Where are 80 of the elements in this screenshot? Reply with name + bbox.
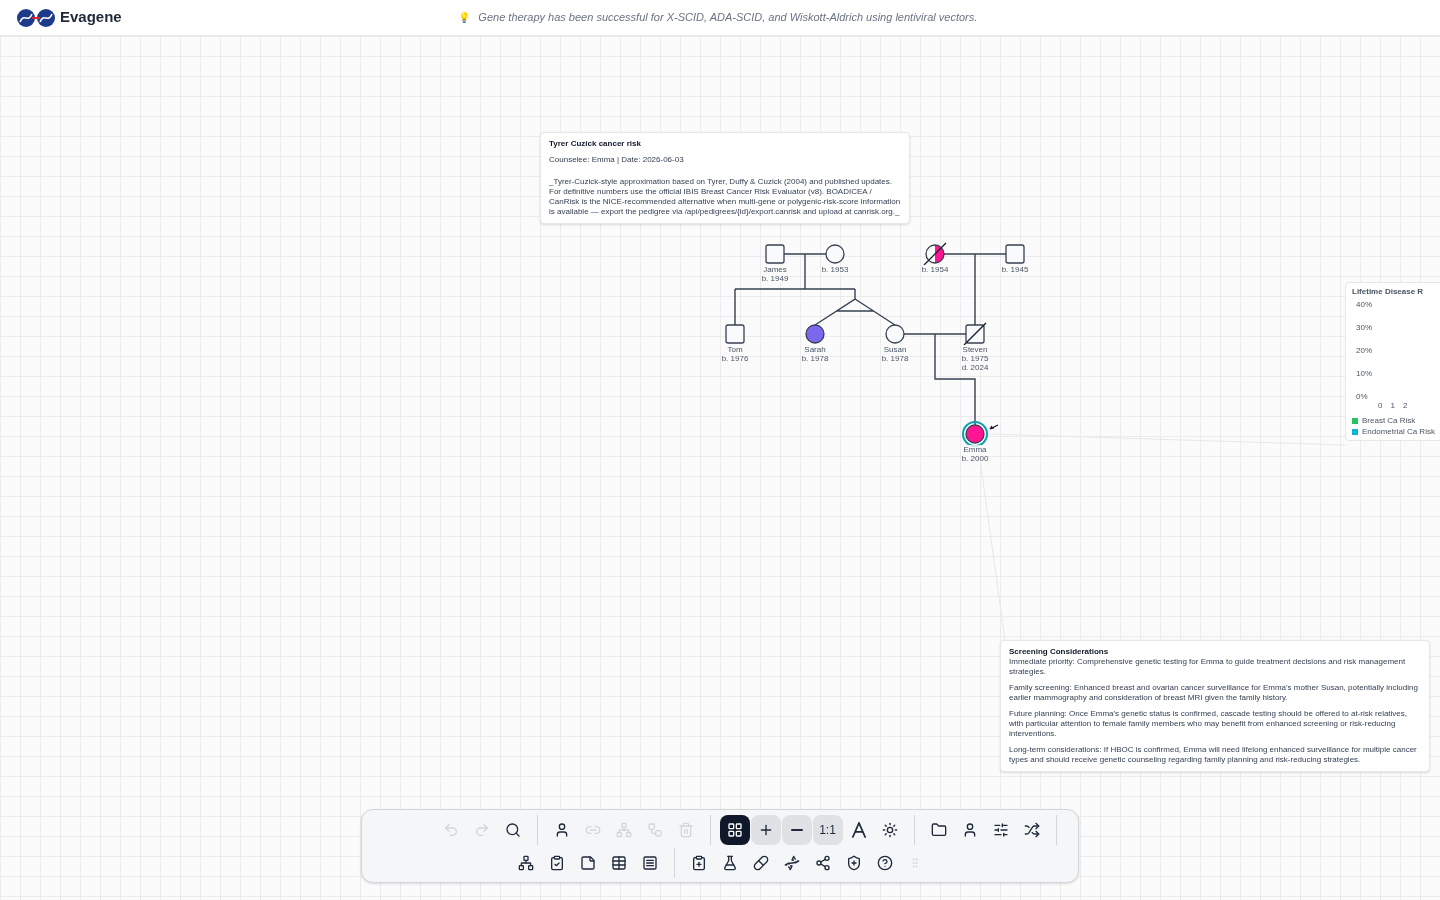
female-symbol[interactable] xyxy=(962,421,999,447)
minus-icon xyxy=(790,828,803,831)
shuffle-icon xyxy=(1023,821,1040,838)
female-symbol[interactable] xyxy=(923,242,947,266)
y-axis-label: 0% xyxy=(1356,392,1369,401)
person-label: Susan xyxy=(883,345,907,354)
trash-icon xyxy=(677,821,694,838)
note-icon xyxy=(580,854,596,871)
folder-icon xyxy=(930,821,947,838)
male-symbol[interactable] xyxy=(765,244,785,264)
note-card[interactable] xyxy=(540,132,910,224)
sliders-icon xyxy=(992,821,1009,838)
search-icon xyxy=(504,821,521,838)
shield-icon xyxy=(846,854,862,871)
person-label: James xyxy=(763,265,787,274)
person-label: Tom xyxy=(727,345,743,354)
person-label: Sarah xyxy=(804,345,826,354)
person-label: b. 1976 xyxy=(721,354,749,363)
person-label: b. 1949 xyxy=(761,274,789,283)
actual-size-button[interactable]: 1:1 xyxy=(812,814,843,845)
hierarchy-icon xyxy=(518,854,534,871)
toolbar-button[interactable] xyxy=(719,814,750,845)
undo-icon xyxy=(442,821,459,838)
person-label: Emma xyxy=(963,445,987,454)
person-label: b. 1945 xyxy=(1001,265,1029,274)
male-symbol[interactable] xyxy=(725,324,745,344)
female-symbol[interactable] xyxy=(825,244,845,264)
person-label: d. 2024 xyxy=(961,363,989,372)
tip-text: Gene therapy has been successful for X-SCID, ADA-SCID, and Wiskott-Aldrich using lentiviral vectors. xyxy=(478,10,978,26)
dna-icon xyxy=(784,854,800,871)
y-axis-label: 30% xyxy=(1356,323,1373,332)
note-title: Tyrer Cuzick cancer risk xyxy=(549,139,642,149)
note-paragraph: Future planning: Once Emma's genetic status is confirmed, cascade testing should be offered to at-risk relatives, with particular attention to female family members who may benefit from enhanced screening or risk-reducing interventions. xyxy=(1009,709,1409,739)
clipboard-icon xyxy=(549,854,565,871)
person-label: b. 1978 xyxy=(881,354,909,363)
person-label: b. 1978 xyxy=(801,354,829,363)
redo-icon xyxy=(473,821,490,838)
toolbar-button[interactable] xyxy=(781,814,812,845)
font-icon xyxy=(851,821,866,838)
drag-handle-icon[interactable] xyxy=(909,856,921,869)
note-paragraph: Immediate priority: Comprehensive genetic testing for Emma to guide treatment decisions and risk management strategies. xyxy=(1009,657,1407,677)
y-axis-label: 10% xyxy=(1356,369,1373,378)
y-axis-label: 40% xyxy=(1356,300,1373,309)
male-symbol[interactable] xyxy=(963,322,987,346)
app-name: Evagene xyxy=(60,7,122,28)
x-axis-label: 2 xyxy=(1402,401,1408,410)
list-icon xyxy=(642,854,658,871)
person-label: b. 2000 xyxy=(961,454,989,463)
note-title: Screening Considerations xyxy=(1009,647,1110,657)
x-axis-label: 0 xyxy=(1378,401,1383,410)
x-axis-label: 1 xyxy=(1390,401,1395,410)
person-label: Steven xyxy=(962,345,988,354)
toolbar-button[interactable] xyxy=(750,814,781,845)
flowchart-icon xyxy=(646,821,663,838)
sun-icon xyxy=(881,821,898,838)
person-label: b. 1953 xyxy=(821,265,849,274)
bulb-icon: 💡 xyxy=(458,10,471,25)
note-card[interactable] xyxy=(1000,640,1430,772)
flask-icon xyxy=(722,854,738,871)
clipboard-plus-icon xyxy=(691,854,707,871)
y-axis-label: 20% xyxy=(1356,346,1373,355)
grid-icon xyxy=(726,821,743,838)
logo-icon xyxy=(16,7,56,28)
person-label: b. 1954 xyxy=(921,265,949,274)
table-icon xyxy=(611,854,627,871)
female-symbol[interactable] xyxy=(885,324,905,344)
legend-label: Endometrial Ca Risk xyxy=(1362,427,1435,436)
pill-icon xyxy=(753,854,769,871)
help-icon xyxy=(877,854,893,871)
male-symbol[interactable] xyxy=(1005,244,1025,264)
note-paragraph: Family screening: Enhanced breast and ovarian cancer surveillance for Emma's mother Susan, potentially including earlier mammography and consideration of breast MRI given the family history. xyxy=(1009,683,1419,703)
legend-label: Breast Ca Risk xyxy=(1362,416,1416,425)
note-meta: Counselee: Emma | Date: 2026-06-03 xyxy=(549,155,685,165)
share-icon xyxy=(815,854,831,871)
branch-icon xyxy=(615,821,632,838)
chart-title: Lifetime Disease R xyxy=(1352,287,1425,296)
female-symbol[interactable] xyxy=(805,324,825,344)
note-body: _Tyrer-Cuzick-style approximation based on Tyrer, Duffy & Cuzick (2004) and published updates. For definitive numbers use the official IBIS Breast Cancer Risk Evaluator (v8). BOADICEA / CanRisk is the NICE-recommended alternative when multi-gene or polygenic-risk-score information is available — export the pedigree via /api/pedigrees/{id}/export.canrisk and upload at canrisk.org._ xyxy=(549,177,901,217)
person-label: b. 1975 xyxy=(961,354,989,363)
note-paragraph: Long-term considerations: If HBOC is confirmed, Emma will need lifelong enhanced surveillance for multiple cancer types and should receive genetic counseling regarding family planning and risk-reducing strategies. xyxy=(1009,745,1418,765)
